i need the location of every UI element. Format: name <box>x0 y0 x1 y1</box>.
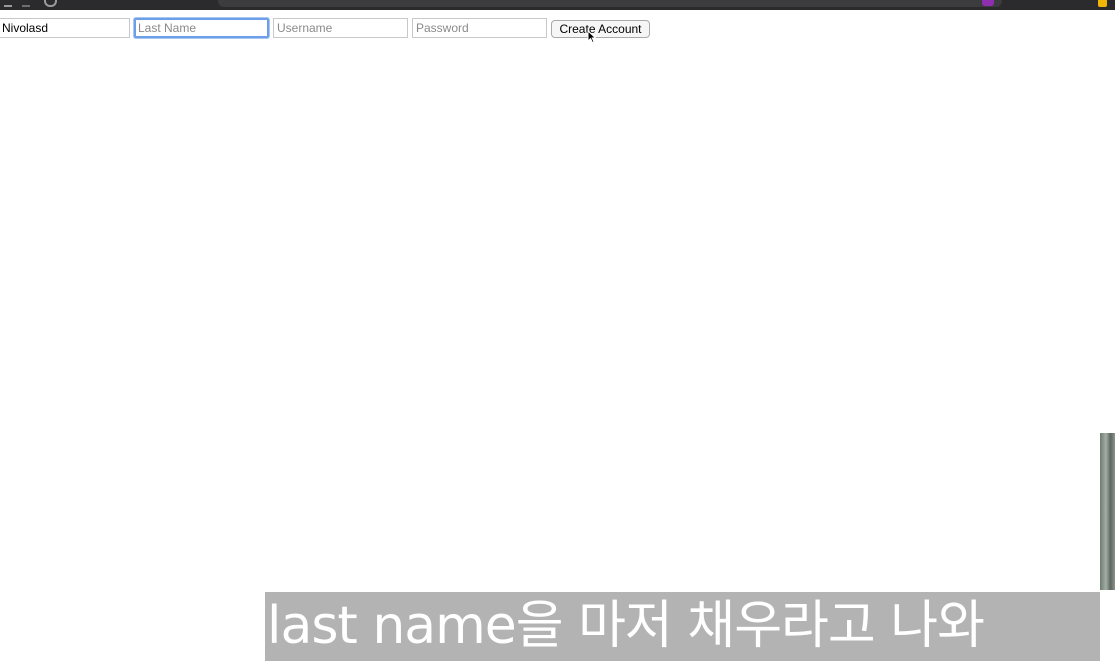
browser-toolbar <box>0 0 1115 10</box>
address-bar[interactable] <box>218 0 1002 7</box>
back-arrow-icon[interactable] <box>4 0 12 7</box>
last-name-input[interactable] <box>134 18 269 38</box>
password-input[interactable] <box>412 18 547 38</box>
forward-arrow-icon[interactable] <box>22 0 30 7</box>
caption-text: last name을 마저 채우라고 나와 <box>267 596 985 656</box>
extension-icon[interactable] <box>982 0 994 6</box>
reload-icon[interactable] <box>44 0 57 7</box>
create-account-button[interactable]: Create Account <box>551 20 650 38</box>
first-name-input[interactable] <box>0 18 130 38</box>
username-input[interactable] <box>273 18 408 38</box>
profile-icon[interactable] <box>1098 0 1107 7</box>
webcam-overlay <box>1100 433 1115 590</box>
mouse-pointer-icon <box>587 30 597 44</box>
screen: Create Account last name을 마저 채우라고 나와 <box>0 0 1115 671</box>
caption-overlay: last name을 마저 채우라고 나와 <box>265 592 1100 661</box>
